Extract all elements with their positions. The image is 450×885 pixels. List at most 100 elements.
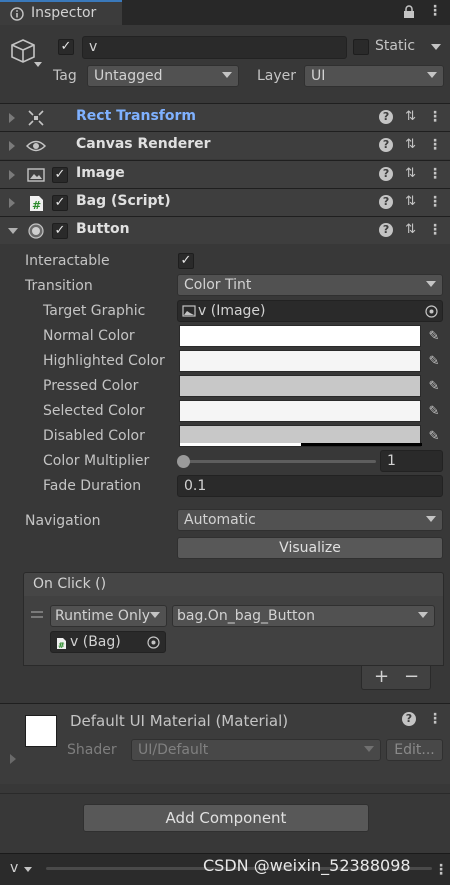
static-dropdown-arrow[interactable] xyxy=(431,44,441,50)
preset-icon[interactable]: ⇅ xyxy=(405,222,416,237)
help-icon[interactable]: ? xyxy=(379,222,394,237)
footer-dropdown[interactable]: v xyxy=(4,858,40,880)
add-event-button[interactable]: + xyxy=(374,666,389,687)
tag-value: Untagged xyxy=(94,68,163,84)
runtime-mode-dropdown[interactable]: Runtime Only xyxy=(50,605,167,627)
tag-label: Tag xyxy=(53,68,77,84)
layer-dropdown[interactable]: UI xyxy=(304,65,444,87)
fade-duration-label: Fade Duration xyxy=(43,478,142,494)
multiplier-slider-handle[interactable] xyxy=(177,455,190,468)
object-picker-icon[interactable] xyxy=(147,636,160,649)
active-checkbox[interactable]: ✓ xyxy=(58,39,74,55)
material-fold-arrow[interactable] xyxy=(10,754,16,764)
shader-dropdown: UI/Default xyxy=(131,739,381,761)
help-icon[interactable]: ? xyxy=(379,137,394,152)
material-preview xyxy=(25,715,57,747)
object-name-input[interactable]: v xyxy=(82,36,347,59)
fade-duration-input[interactable]: 0.1 xyxy=(177,475,443,497)
function-dropdown[interactable]: bag.On_bag_Button xyxy=(172,605,435,627)
image-icon xyxy=(182,305,196,317)
eyedropper-icon[interactable]: ✎ xyxy=(425,325,443,347)
fold-arrow[interactable] xyxy=(8,228,18,234)
eyedropper-icon[interactable]: ✎ xyxy=(425,350,443,372)
onclick-title: On Click () xyxy=(33,576,107,592)
lock-icon[interactable] xyxy=(402,4,416,20)
alpha-bar-white xyxy=(180,443,301,446)
image-enabled-checkbox[interactable]: ✓ xyxy=(52,167,68,183)
eyedropper-icon[interactable]: ✎ xyxy=(425,400,443,422)
eyedropper-icon[interactable]: ✎ xyxy=(425,375,443,397)
fold-arrow[interactable] xyxy=(9,198,15,208)
more-icon[interactable]: ⋮ xyxy=(428,138,442,152)
selected-color-label: Selected Color xyxy=(43,403,145,419)
shader-label: Shader xyxy=(67,742,117,758)
target-graphic-field[interactable]: v (Image) xyxy=(177,300,443,322)
shader-value: UI/Default xyxy=(138,742,209,758)
more-icon[interactable]: ⋮ xyxy=(428,223,442,237)
preset-icon[interactable]: ⇅ xyxy=(405,194,416,209)
add-component-button[interactable]: Add Component xyxy=(83,804,369,832)
component-image[interactable]: ✓ Image ? ⇅ ⋮ xyxy=(0,160,450,188)
preset-icon[interactable]: ⇅ xyxy=(405,109,416,124)
component-name: Rect Transform xyxy=(76,108,197,124)
visualize-button[interactable]: Visualize xyxy=(177,537,443,559)
preset-icon[interactable]: ⇅ xyxy=(405,166,416,181)
help-icon[interactable]: ? xyxy=(402,712,416,726)
bag-enabled-checkbox[interactable]: ✓ xyxy=(52,195,68,211)
remove-event-button[interactable]: − xyxy=(404,666,419,687)
target-graphic-label: Target Graphic xyxy=(43,303,146,319)
footer-dropdown-value: v xyxy=(10,860,19,876)
transition-dropdown[interactable]: Color Tint xyxy=(177,274,443,296)
color-multiplier-value: 1 xyxy=(387,453,396,469)
multiplier-slider-track[interactable] xyxy=(183,460,376,463)
add-remove-footer: + − xyxy=(361,666,431,690)
component-name: Image xyxy=(76,165,125,181)
pressed-color-swatch[interactable] xyxy=(179,375,421,397)
button-component-icon xyxy=(28,223,44,239)
layer-label: Layer xyxy=(257,68,297,84)
svg-text:#: # xyxy=(58,641,65,650)
fold-arrow[interactable] xyxy=(9,170,15,180)
drag-handle-icon[interactable] xyxy=(31,611,43,613)
pressed-color-label: Pressed Color xyxy=(43,378,139,394)
fold-arrow[interactable] xyxy=(9,113,15,123)
tag-dropdown[interactable]: Untagged xyxy=(87,65,239,87)
transition-value: Color Tint xyxy=(184,277,252,293)
button-enabled-checkbox[interactable]: ✓ xyxy=(52,223,68,239)
runtime-mode-value: Runtime Only xyxy=(55,608,150,624)
tab-inspector[interactable]: Inspector xyxy=(0,0,122,25)
eyedropper-icon[interactable]: ✎ xyxy=(425,425,443,447)
normal-color-label: Normal Color xyxy=(43,328,135,344)
help-icon[interactable]: ? xyxy=(379,166,394,181)
more-icon[interactable]: ⋮ xyxy=(428,167,442,181)
help-icon[interactable]: ? xyxy=(379,109,394,124)
help-icon[interactable]: ? xyxy=(379,194,394,209)
object-picker-icon[interactable] xyxy=(425,305,438,318)
component-canvas-renderer[interactable]: Canvas Renderer ? ⇅ ⋮ xyxy=(0,131,450,159)
event-object-field[interactable]: # v (Bag) xyxy=(50,631,166,653)
interactable-checkbox[interactable]: ✓ xyxy=(178,253,194,269)
static-checkbox[interactable] xyxy=(353,39,369,55)
component-name: Canvas Renderer xyxy=(76,136,211,152)
navigation-dropdown[interactable]: Automatic xyxy=(177,509,443,531)
preset-icon[interactable]: ⇅ xyxy=(405,137,416,152)
more-icon[interactable]: ⋮ xyxy=(428,195,442,209)
normal-color-swatch[interactable] xyxy=(179,325,421,347)
highlighted-color-label: Highlighted Color xyxy=(43,353,165,369)
onclick-header: On Click () xyxy=(23,572,444,597)
component-bag-script[interactable]: # ✓ Bag (Script) ? ⇅ ⋮ xyxy=(0,188,450,216)
tab-title: Inspector xyxy=(31,5,97,21)
fold-arrow[interactable] xyxy=(9,141,15,151)
color-multiplier-input[interactable]: 1 xyxy=(380,450,443,472)
selected-color-swatch[interactable] xyxy=(179,400,421,422)
more-icon[interactable]: ⋮ xyxy=(428,712,442,726)
component-button[interactable]: ✓ Button ? ⇅ ⋮ xyxy=(0,216,450,244)
disabled-color-swatch[interactable] xyxy=(179,425,422,447)
component-rect-transform[interactable]: Rect Transform ? ⇅ ⋮ xyxy=(0,103,450,131)
more-icon[interactable]: ⋮ xyxy=(428,110,442,124)
tab-more-icon[interactable]: ⋮ xyxy=(428,4,442,18)
highlighted-color-swatch[interactable] xyxy=(179,350,421,372)
icon-dropdown-arrow[interactable] xyxy=(34,62,42,67)
footer-more-icon[interactable]: ⋮ xyxy=(434,863,448,877)
interactable-label: Interactable xyxy=(25,253,110,269)
